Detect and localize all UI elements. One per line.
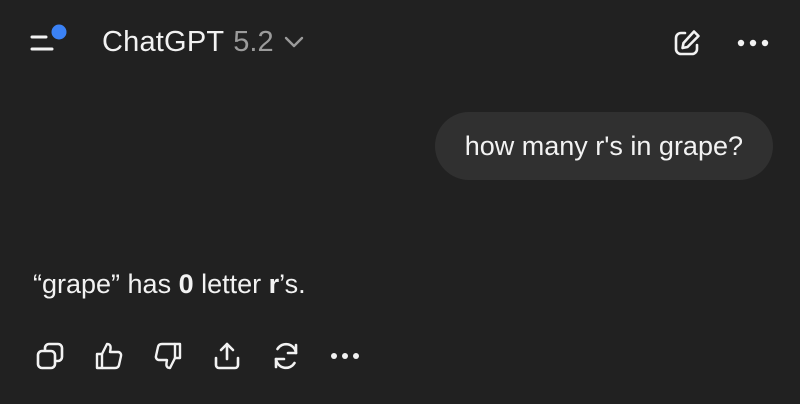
sidebar-menu-button[interactable] [26,22,74,62]
notification-dot [51,24,67,40]
good-response-button[interactable] [89,336,129,376]
ellipsis-icon [737,39,769,47]
assistant-text-part3: ’s. [279,269,306,299]
more-actions-button[interactable] [325,336,365,376]
chevron-down-icon [284,36,304,48]
regenerate-icon [274,342,298,370]
compose-icon [674,30,700,56]
share-icon [214,342,240,370]
regenerate-button[interactable] [266,336,306,376]
new-chat-button[interactable] [666,22,708,64]
assistant-count: 0 [178,269,194,299]
share-button[interactable] [207,336,247,376]
thumbs-down-icon [154,342,182,370]
assistant-text-part1: “grape” has [33,269,179,299]
user-message-text: how many r's in grape? [464,130,743,161]
ellipsis-icon [331,353,359,359]
user-message-bubble: how many r's in grape? [434,112,773,180]
top-bar: ChatGPT 5.2 [0,0,800,86]
assistant-letter: r [268,269,280,299]
bad-response-button[interactable] [148,336,188,376]
chat-app: ChatGPT 5.2 how many r's in grape? “grap… [0,0,800,404]
model-selector[interactable]: ChatGPT 5.2 [102,24,304,60]
app-title: ChatGPT [102,25,225,58]
assistant-text-part2: letter [193,269,269,299]
thumbs-up-icon [95,342,123,370]
message-actions [30,334,384,378]
copy-icon [36,342,64,370]
more-options-button[interactable] [730,22,776,64]
model-version: 5.2 [233,25,274,58]
copy-button[interactable] [30,336,70,376]
assistant-message: “grape” has 0 letter r’s. [33,266,306,302]
sidebar-menu-icon [30,24,67,51]
